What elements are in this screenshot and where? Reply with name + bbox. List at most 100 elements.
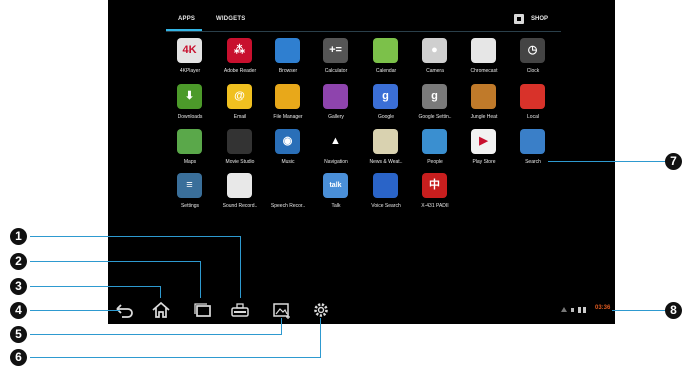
callout-line-3 <box>30 286 161 287</box>
app-label: Talk <box>331 203 341 209</box>
browser-globe-icon <box>275 38 300 63</box>
app-label: File Manager <box>273 114 303 120</box>
app-google[interactable]: g Google <box>361 84 411 124</box>
app-camera[interactable]: ● Camera <box>410 38 460 78</box>
status-area[interactable]: 03:36 <box>560 302 615 316</box>
callout-line-1-vertical <box>240 236 241 298</box>
settings-sliders-icon: ≡ <box>177 173 202 198</box>
callout-line-4 <box>30 310 120 311</box>
launch-diagnostic-icon[interactable] <box>229 300 251 320</box>
callout-badge-1: 1 <box>10 228 27 245</box>
microphone-icon <box>373 173 398 198</box>
callout-line-5 <box>30 334 282 335</box>
callout-badge-6: 6 <box>10 349 27 366</box>
app-label: Email <box>233 114 247 120</box>
app-music[interactable]: ◉ Music <box>263 129 313 169</box>
app-label: Maps <box>183 159 197 165</box>
app-label: Play Store <box>472 159 496 165</box>
app-search[interactable]: Search <box>508 129 558 169</box>
callout-badge-3: 3 <box>10 278 27 295</box>
status-icons <box>561 307 586 313</box>
app-label: X-431 PADII <box>421 203 449 209</box>
app-file-manager[interactable]: File Manager <box>263 84 313 124</box>
app-label: Movie Studio <box>225 159 255 165</box>
google-search-icon: g <box>373 84 398 109</box>
app-news-weat[interactable]: News & Weat.. <box>361 129 411 169</box>
app-local[interactable]: Local <box>508 84 558 124</box>
app-clock[interactable]: ◷ Clock <box>508 38 558 78</box>
app-label: Local <box>527 114 539 120</box>
callout-line-3-vertical <box>160 286 161 298</box>
app-drawer-tabs: APPS WIDGETS SHOP <box>108 0 615 40</box>
recent-apps-icon[interactable] <box>192 300 214 320</box>
downloads-icon: ⬇ <box>177 84 202 109</box>
app-label: Calculator <box>324 68 348 74</box>
app-label: Camera <box>426 68 444 74</box>
app-email[interactable]: @ Email <box>215 84 265 124</box>
map-pin-icon <box>520 84 545 109</box>
callout-badge-2: 2 <box>10 253 27 270</box>
app-label: 4KPlayer <box>179 68 201 74</box>
callout-line-7 <box>548 161 666 162</box>
app-google-settin[interactable]: g Google Settin.. <box>410 84 460 124</box>
calendar-icon <box>373 38 398 63</box>
screenshot-icon[interactable] <box>271 300 293 320</box>
app-sound-record[interactable]: Sound Record.. <box>215 173 265 213</box>
music-icon: ◉ <box>275 129 300 154</box>
gear-icon[interactable] <box>310 300 332 320</box>
callout-badge-7: 7 <box>665 153 682 170</box>
adobe-reader-icon: ⁂ <box>227 38 252 63</box>
app-browser[interactable]: Browser <box>263 38 313 78</box>
clapperboard-icon <box>227 129 252 154</box>
callout-line-2 <box>30 261 201 262</box>
callout-line-1 <box>30 236 241 237</box>
app-label: Speech Recor.. <box>270 203 306 209</box>
tab-apps[interactable]: APPS <box>178 16 195 22</box>
home-icon[interactable] <box>150 300 172 320</box>
app-maps[interactable]: Maps <box>165 129 215 169</box>
app-label: Navigation <box>324 159 348 165</box>
callout-line-2-vertical <box>200 261 201 298</box>
app-label: Jungle Heat <box>470 114 498 120</box>
android-robot-icon <box>275 173 300 198</box>
app-voice-search[interactable]: Voice Search <box>361 173 411 213</box>
app-calculator[interactable]: += Calculator <box>311 38 361 78</box>
app-people[interactable]: People <box>410 129 460 169</box>
app-adobe-reader[interactable]: ⁂ Adobe Reader <box>215 38 265 78</box>
app-movie-studio[interactable]: Movie Studio <box>215 129 265 169</box>
calculator-icon: += <box>323 38 348 63</box>
app-talk[interactable]: talk Talk <box>311 173 361 213</box>
shop-label: SHOP <box>531 16 549 22</box>
app-downloads[interactable]: ⬇ Downloads <box>165 84 215 124</box>
app-jungle-heat[interactable]: Jungle Heat <box>459 84 509 124</box>
status-clock: 03:36 <box>595 305 611 311</box>
app-label: Search <box>525 159 541 165</box>
camera-icon: ● <box>422 38 447 63</box>
app-label: News & Weat.. <box>369 159 403 165</box>
app-4kplayer[interactable]: 4K 4KPlayer <box>165 38 215 78</box>
4kplayer-icon: 4K <box>177 38 202 63</box>
navigation-arrow-icon: ▲ <box>323 129 348 154</box>
folder-icon <box>275 84 300 109</box>
app-speech-recor[interactable]: Speech Recor.. <box>263 173 313 213</box>
news-weather-icon <box>373 129 398 154</box>
callout-line-6-vertical <box>320 318 321 358</box>
app-gallery[interactable]: Gallery <box>311 84 361 124</box>
app-play-store[interactable]: ▶ Play Store <box>459 129 509 169</box>
app-label: Gallery <box>328 114 344 120</box>
callout-line-6 <box>30 357 321 358</box>
app-settings[interactable]: ≡ Settings <box>165 173 215 213</box>
tab-widgets[interactable]: WIDGETS <box>216 16 245 22</box>
app-x-431-padii[interactable]: 中 X-431 PADII <box>410 173 460 213</box>
email-icon: @ <box>227 84 252 109</box>
app-label: Music <box>281 159 295 165</box>
app-navigation[interactable]: ▲ Navigation <box>311 129 361 169</box>
search-magnifier-icon <box>520 129 545 154</box>
system-navigation-bar: 03:36 <box>108 294 615 324</box>
app-chromecast[interactable]: Chromecast <box>459 38 509 78</box>
app-label: Settings <box>180 203 200 209</box>
app-label: Browser <box>278 68 298 74</box>
callout-badge-4: 4 <box>10 302 27 319</box>
clock-icon: ◷ <box>520 38 545 63</box>
app-calendar[interactable]: Calendar <box>361 38 411 78</box>
